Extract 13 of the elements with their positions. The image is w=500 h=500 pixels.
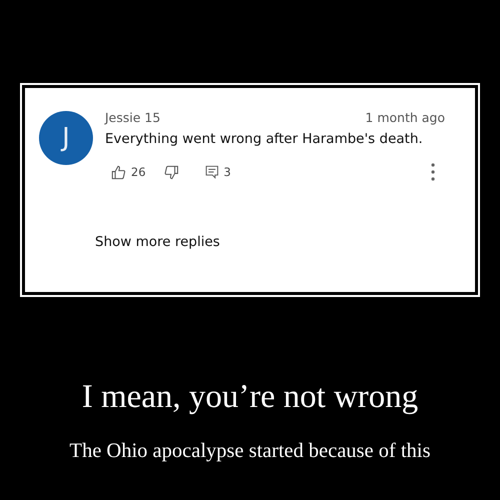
comment-time: 1 month ago bbox=[365, 110, 445, 125]
author-name[interactable]: Jessie 15 bbox=[105, 110, 160, 125]
reply-icon[interactable] bbox=[204, 165, 219, 179]
thumbs-up-icon[interactable] bbox=[111, 164, 126, 180]
poster-title: I mean, you’re not wrong bbox=[82, 379, 418, 416]
thumbs-down-icon[interactable] bbox=[164, 164, 179, 180]
like-count: 26 bbox=[131, 165, 146, 179]
poster-subtitle: The Ohio apocalypse started because of this bbox=[70, 440, 430, 463]
reply-count: 3 bbox=[224, 165, 231, 179]
show-more-replies-button[interactable]: Show more replies bbox=[95, 234, 220, 250]
more-options-icon[interactable] bbox=[431, 163, 435, 181]
comment-text: Everything went wrong after Harambe's death. bbox=[105, 131, 424, 147]
avatar: J bbox=[39, 111, 93, 165]
